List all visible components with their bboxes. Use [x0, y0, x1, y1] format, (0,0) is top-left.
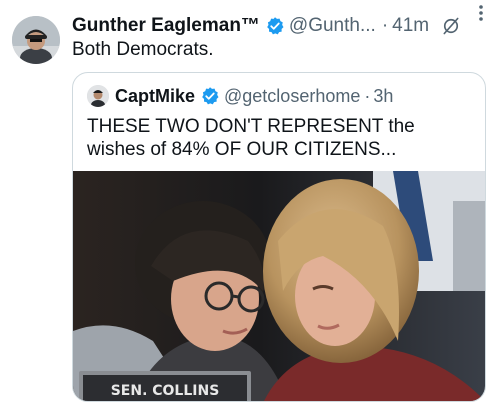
- quoted-tweet-card[interactable]: CaptMike @getcloserhome · 3h THESE TWO D…: [72, 72, 486, 402]
- quoted-tweet-time[interactable]: 3h: [373, 86, 393, 107]
- author-name[interactable]: Gunther Eagleman™: [72, 15, 260, 37]
- quoted-author-avatar[interactable]: [87, 85, 109, 107]
- verified-badge-icon[interactable]: [200, 86, 220, 106]
- author-handle[interactable]: @Gunth...: [289, 15, 376, 37]
- separator: ·: [364, 85, 371, 106]
- grok-icon[interactable]: [441, 16, 461, 36]
- separator: ·: [381, 15, 389, 36]
- tweet-text: Both Democrats.: [72, 39, 214, 60]
- verified-badge-icon[interactable]: [265, 16, 285, 36]
- tweet-header: Gunther Eagleman™ @Gunth... · 41m: [72, 12, 492, 40]
- quoted-author-name[interactable]: CaptMike: [115, 86, 195, 107]
- nameplate-text: SEN. COLLINS: [111, 383, 220, 399]
- quoted-author-handle[interactable]: @getcloserhome: [224, 86, 360, 107]
- more-options-icon[interactable]: [470, 2, 492, 24]
- quoted-tweet-photo[interactable]: SEN. COLLINS: [73, 171, 485, 401]
- author-avatar[interactable]: [12, 16, 60, 64]
- tweet-time[interactable]: 41m: [392, 15, 429, 37]
- quoted-tweet-text: THESE TWO DON'T REPRESENT the wishes of …: [87, 116, 415, 160]
- quoted-tweet-header: CaptMike @getcloserhome · 3h: [87, 83, 393, 109]
